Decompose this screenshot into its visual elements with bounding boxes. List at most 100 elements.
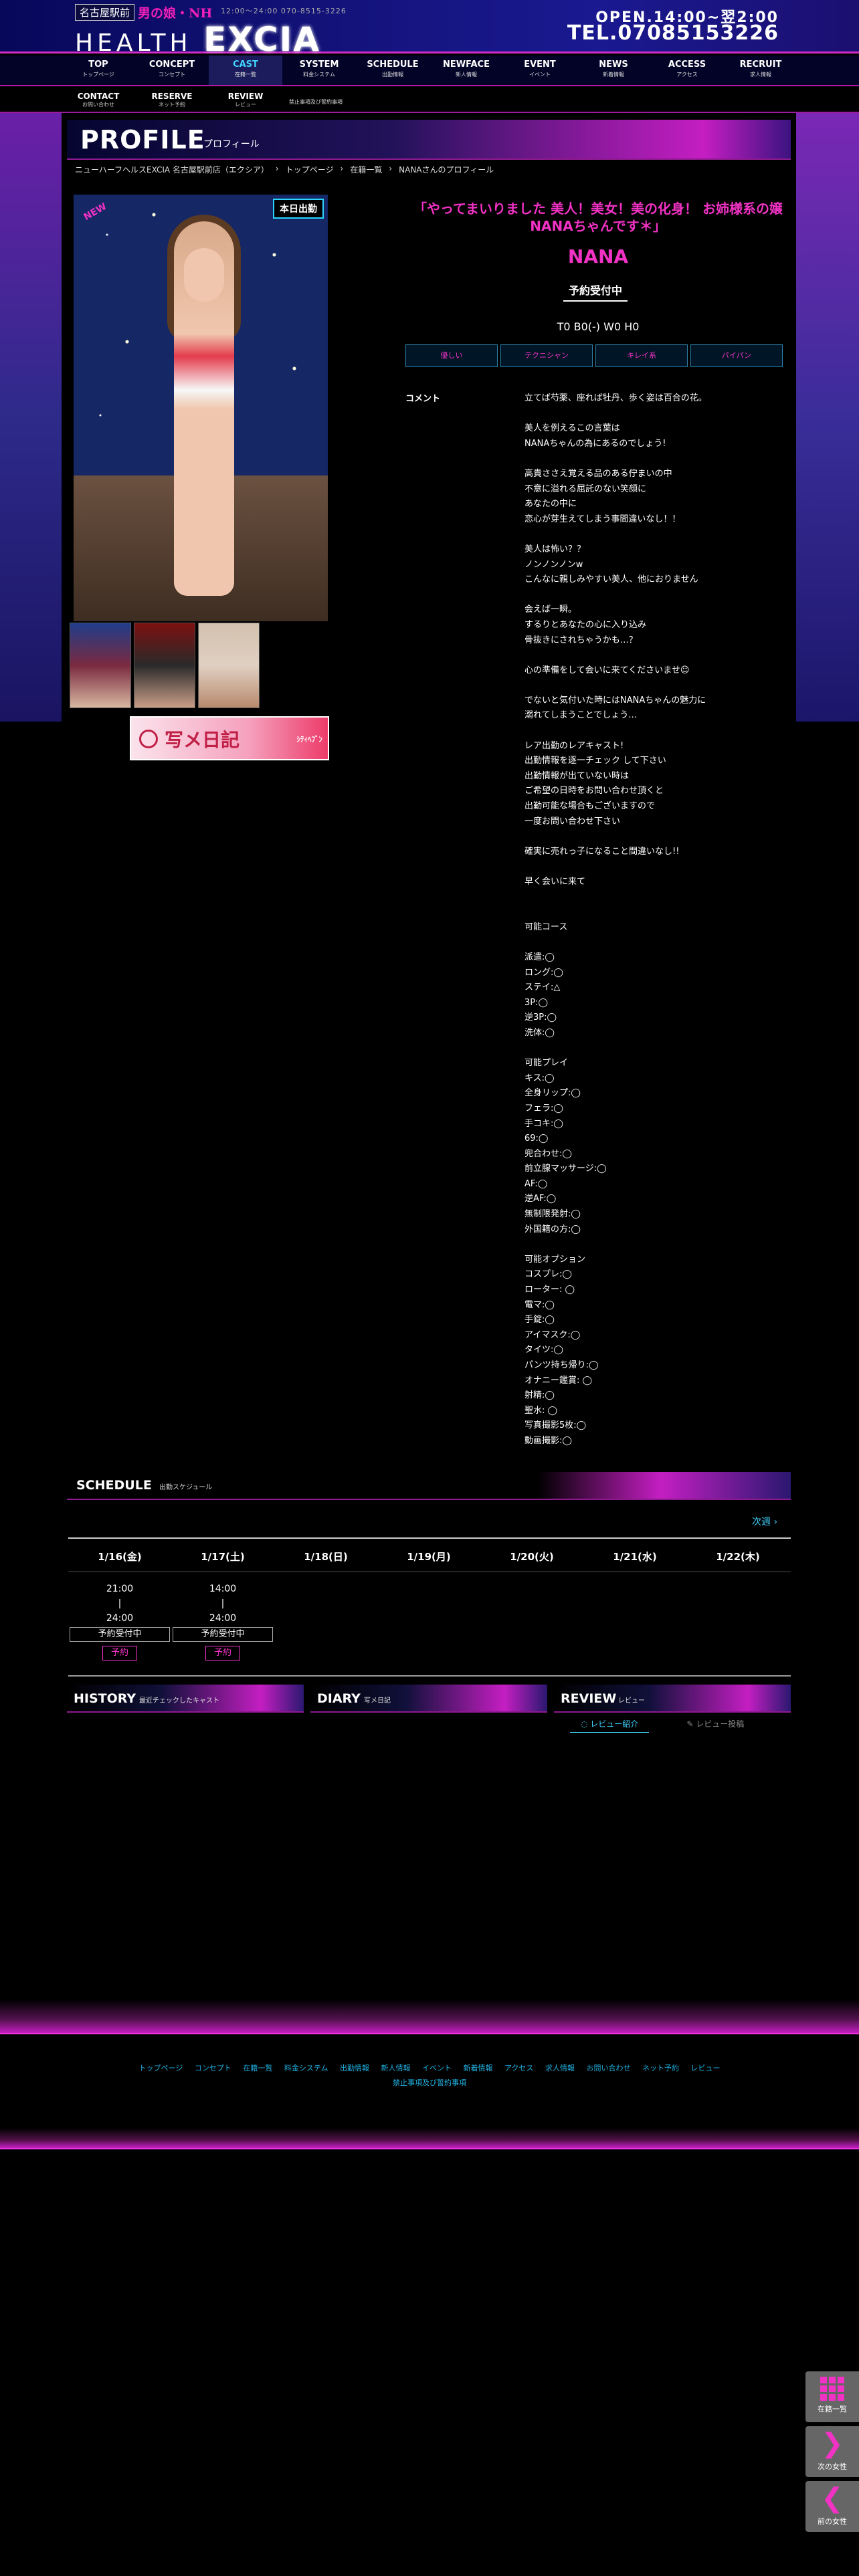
nav-concept[interactable]: CONCEPT コンセプト <box>135 56 209 85</box>
page-heading: PROFILE プロフィール <box>67 120 791 160</box>
chat-icon: ◌ <box>581 1719 591 1729</box>
photo-diary-banner[interactable]: 写メ日記 ｼﾃｨﾍﾌﾞﾝ <box>130 716 329 760</box>
prohibited-link[interactable]: 禁止事項及び誓約事項 <box>289 98 343 106</box>
cast-tag[interactable]: テクニシャン <box>500 344 593 367</box>
nav-recruit[interactable]: RECRUIT 求人情報 <box>724 56 797 85</box>
nav-sublabel: トップページ <box>82 72 114 78</box>
footer-link[interactable]: トップページ <box>139 2064 183 2072</box>
diary-heading: DIARY 写メ日記 <box>310 1685 547 1713</box>
history-title: HISTORY <box>74 1691 136 1706</box>
schedule-title-jp: 出勤スケジュール <box>159 1484 213 1491</box>
page-title: PROFILE <box>80 125 205 154</box>
footer-link[interactable]: ネット予約 <box>642 2064 679 2072</box>
photo-thumbnail[interactable] <box>134 623 195 708</box>
cast-tag[interactable]: パイパン <box>690 344 783 367</box>
nav-sublabel: コンセプト <box>159 72 185 78</box>
shift-end: 24:00 <box>209 1613 237 1624</box>
logo-brand: EXCIA <box>203 20 320 59</box>
subnav-label: CONTACT <box>77 92 120 101</box>
grid-icon <box>820 2377 844 2401</box>
nav-schedule[interactable]: SCHEDULE 出勤情報 <box>356 56 430 85</box>
reserve-button[interactable]: 予約 <box>205 1646 240 1660</box>
site-logo[interactable]: 名古屋駅前 男の娘・NH 12:00～24:00 070-8515-3226 H… <box>75 3 383 59</box>
history-title-jp: 最近チェックしたキャスト <box>139 1697 219 1705</box>
shift-start: 21:00 <box>106 1584 134 1594</box>
footer-glow <box>0 2000 859 2033</box>
cast-main-photo[interactable]: NEW 本日出勤 <box>74 195 328 621</box>
shift-end: 24:00 <box>106 1613 134 1624</box>
nav-cast[interactable]: CAST 在籍一覧 <box>209 56 282 85</box>
tab-review-post[interactable]: ✎ レビュー投稿 <box>676 1718 755 1733</box>
nav-system[interactable]: SYSTEM 料金システム <box>282 56 356 85</box>
footer-link[interactable]: 新人情報 <box>381 2064 411 2072</box>
reserve-button[interactable]: 予約 <box>102 1646 137 1660</box>
footer-link[interactable]: レビュー <box>690 2064 720 2072</box>
footer-link[interactable]: アクセス <box>504 2064 533 2072</box>
nav-label: RECRUIT <box>739 60 782 70</box>
breadcrumb-item[interactable]: トップページ <box>286 164 334 175</box>
today-badge: 本日出勤 <box>273 199 324 219</box>
global-nav: TOP トップページ CONCEPT コンセプト CAST 在籍一覧 SYSTEM 料金… <box>0 56 859 86</box>
prev-cast-float-button[interactable]: ❮ 前の女性 <box>805 2481 859 2532</box>
chevron-right-icon: ❯ <box>821 2428 844 2459</box>
shift-start: 14:00 <box>209 1584 237 1594</box>
footer-link[interactable]: 在籍一覧 <box>243 2064 272 2072</box>
shift-sep: | <box>118 1598 122 1609</box>
cast-tag[interactable]: 優しい <box>405 344 498 367</box>
review-title-jp: レビュー <box>618 1697 645 1705</box>
breadcrumb-item[interactable]: ニューハーフヘルスEXCIA 名古屋駅前店（エクシア） <box>75 164 269 175</box>
nav-access[interactable]: ACCESS アクセス <box>650 56 724 85</box>
breadcrumb-sep-icon: › <box>275 164 279 173</box>
nav-news[interactable]: NEWS 新着情報 <box>577 56 650 85</box>
phone-number[interactable]: TEL.07085153226 <box>567 21 779 45</box>
footer-glow-bottom <box>0 2128 859 2148</box>
footer-link[interactable]: 求人情報 <box>545 2064 575 2072</box>
schedule-day: 1/18(日) <box>304 1551 348 1563</box>
next-week-link[interactable]: 次週 › <box>752 1515 777 1528</box>
footer-link[interactable]: 料金システム <box>284 2064 328 2072</box>
subnav-contact[interactable]: CONTACT お問い合わせ <box>62 92 135 108</box>
footer-prohibited-link[interactable]: 禁止事項及び誓約事項 <box>393 2078 466 2087</box>
subnav-review[interactable]: REVIEW レビュー <box>209 92 282 108</box>
footer-link[interactable]: イベント <box>422 2064 452 2072</box>
edit-icon: ✎ <box>686 1719 696 1729</box>
nav-event[interactable]: EVENT イベント <box>503 56 577 85</box>
diary-icon <box>139 730 158 748</box>
subnav-sublabel: レビュー <box>235 102 256 108</box>
photo-face <box>184 248 224 302</box>
breadcrumb-current: NANAさんのプロフィール <box>399 165 494 175</box>
breadcrumb-item[interactable]: 在籍一覧 <box>350 164 382 175</box>
subnav-sublabel: お問い合わせ <box>82 102 114 108</box>
photo-thumbnail[interactable] <box>70 623 131 708</box>
nav-top[interactable]: TOP トップページ <box>62 56 135 85</box>
logo-subtitle: 男の娘・NH <box>138 6 213 21</box>
schedule-day: 1/21(水) <box>613 1551 657 1563</box>
schedule-day: 1/20(火) <box>510 1551 554 1563</box>
diary-title: DIARY <box>317 1691 361 1706</box>
logo-text: HEALTH EXCIA <box>75 20 320 59</box>
footer-link[interactable]: お問い合わせ <box>586 2064 630 2072</box>
nav-newface[interactable]: NEWFACE 新人情報 <box>430 56 503 85</box>
breadcrumb-sep-icon: › <box>340 164 344 173</box>
footer-link[interactable]: 新着情報 <box>464 2064 493 2072</box>
next-cast-float-button[interactable]: ❯ 次の女性 <box>805 2426 859 2477</box>
subnav-reserve[interactable]: RESERVE ネット予約 <box>135 92 209 108</box>
subnav-sublabel: ネット予約 <box>159 102 185 108</box>
cast-tag[interactable]: キレイ系 <box>595 344 688 367</box>
tab-review-list[interactable]: ◌ レビュー紹介 <box>570 1718 650 1733</box>
footer-link[interactable]: 出勤情報 <box>340 2064 369 2072</box>
sub-nav: CONTACT お問い合わせ RESERVE ネット予約 REVIEW レビュー 禁止… <box>0 88 859 113</box>
nav-label: SYSTEM <box>299 60 339 70</box>
nav-sublabel: 出勤情報 <box>382 72 403 78</box>
cast-list-float-button[interactable]: 在籍一覧 <box>805 2371 859 2422</box>
schedule-days: 1/16(金) 1/17(土) 1/18(日) 1/19(月) 1/20(火) … <box>68 1537 791 1572</box>
cast-tags: 優しい テクニシャン キレイ系 パイパン <box>405 344 783 367</box>
footer-link[interactable]: コンセプト <box>195 2064 231 2072</box>
cast-name: NANA <box>567 245 629 267</box>
schedule-day: 1/17(土) <box>201 1551 245 1563</box>
review-heading: REVIEW レビュー <box>554 1685 791 1713</box>
schedule-day: 1/22(木) <box>716 1551 760 1563</box>
photo-thumbnail[interactable] <box>198 623 260 708</box>
nav-sublabel: 求人情報 <box>750 72 771 78</box>
nav-sublabel: アクセス <box>676 72 698 78</box>
